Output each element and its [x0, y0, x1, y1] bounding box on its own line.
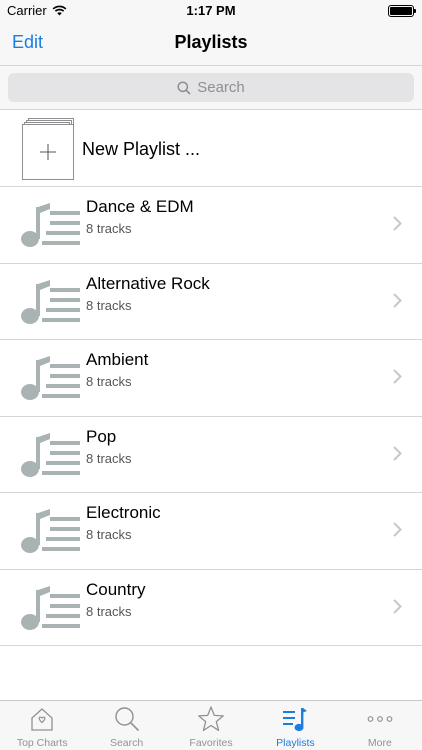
- tab-label: Favorites: [189, 737, 233, 749]
- tab-favorites[interactable]: Favorites: [169, 701, 253, 750]
- search-icon: [114, 707, 139, 732]
- chevron-right-icon: [393, 216, 402, 231]
- search-placeholder: Search: [197, 79, 245, 96]
- music-note-icon: [21, 509, 80, 553]
- playlist-track-count: 8 tracks: [86, 527, 132, 542]
- new-playlist-stack-icon: [22, 118, 74, 180]
- star-icon: [198, 706, 224, 732]
- chevron-right-icon: [393, 292, 402, 308]
- music-note-icon: [21, 356, 80, 400]
- chevron-right-icon: [393, 598, 402, 614]
- status-bar: Carrier 1:17 PM: [0, 0, 422, 22]
- plus-icon: [40, 144, 56, 160]
- playlist-track-count: 8 tracks: [86, 374, 132, 389]
- playlist-row[interactable]: Alternative Rock 8 tracks: [0, 264, 422, 340]
- playlist-title: Electronic: [86, 503, 161, 522]
- music-note-icon: [21, 279, 80, 324]
- playlist-title: Country: [86, 579, 146, 599]
- navigation-bar: Edit Playlists: [0, 22, 422, 66]
- new-playlist-row[interactable]: New Playlist ...: [0, 110, 422, 187]
- playlist-row[interactable]: Electronic 8 tracks: [0, 493, 422, 570]
- status-time: 1:17 PM: [186, 3, 236, 18]
- search-icon: [177, 80, 191, 95]
- playlist-title: Dance & EDM: [86, 197, 194, 216]
- page-title: Playlists: [174, 32, 248, 52]
- tab-bar: Top Charts Search Favorites Playlists Mo…: [0, 700, 422, 750]
- more-icon: [367, 716, 393, 722]
- home-icon: [31, 708, 53, 731]
- playlist-row[interactable]: Country 8 tracks: [0, 570, 422, 646]
- playlist-row[interactable]: Ambient 8 tracks: [0, 340, 422, 417]
- tab-top-charts[interactable]: Top Charts: [0, 701, 84, 750]
- chevron-right-icon: [393, 369, 402, 384]
- tab-playlists[interactable]: Playlists: [253, 701, 337, 750]
- playlist-title: Pop: [86, 426, 117, 446]
- music-note-icon: [21, 585, 80, 630]
- tab-more[interactable]: More: [338, 701, 422, 750]
- chevron-right-icon: [393, 522, 402, 537]
- playlist-track-count: 8 tracks: [86, 450, 132, 466]
- tab-label: Top Charts: [16, 737, 68, 749]
- music-note-icon: [21, 203, 80, 247]
- playlist-track-count: 8 tracks: [86, 297, 132, 313]
- search-bar-container: Search: [0, 66, 422, 110]
- search-input[interactable]: Search: [8, 73, 414, 102]
- playlist-track-count: 8 tracks: [86, 603, 132, 619]
- playlist-row[interactable]: Dance & EDM 8 tracks: [0, 187, 422, 264]
- playlist-title: Alternative Rock: [86, 273, 210, 293]
- music-note-icon: [21, 432, 80, 477]
- playlist-track-count: 8 tracks: [86, 221, 132, 236]
- playlist-list: Dance & EDM 8 tracks Alternative Rock 8 …: [0, 187, 422, 646]
- tab-label: More: [367, 737, 392, 749]
- playlist-title: Ambient: [86, 350, 149, 369]
- chevron-right-icon: [393, 445, 402, 461]
- playlist-icon: [283, 708, 308, 732]
- tab-search[interactable]: Search: [84, 701, 168, 750]
- battery-icon: [388, 5, 416, 17]
- tab-label: Playlists: [276, 737, 315, 749]
- playlist-row[interactable]: Pop 8 tracks: [0, 417, 422, 493]
- tab-label: Search: [109, 737, 144, 749]
- new-playlist-label: New Playlist ...: [82, 139, 201, 159]
